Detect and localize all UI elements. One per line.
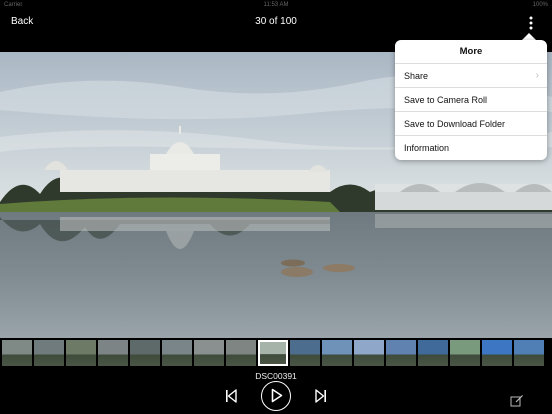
menu-item-label: Save to Download Folder — [404, 119, 506, 129]
thumbnail[interactable] — [482, 340, 512, 366]
menu-item-share[interactable]: Share › — [395, 64, 547, 88]
thumbnail-selected[interactable] — [258, 340, 288, 366]
thumbnail[interactable] — [386, 340, 416, 366]
edit-icon[interactable] — [510, 394, 524, 407]
menu-item-label: Share — [404, 71, 429, 81]
status-bar: Carrier 11:53 AM 100% — [0, 0, 552, 9]
skip-previous-icon[interactable] — [225, 389, 237, 403]
thumbnail-strip[interactable] — [0, 340, 552, 366]
thumbnail[interactable] — [514, 340, 544, 366]
menu-title: More — [395, 40, 547, 64]
chevron-right-icon: › — [535, 70, 539, 81]
thumbnail[interactable] — [322, 340, 352, 366]
more-vertical-icon[interactable] — [524, 13, 538, 33]
thumbnail[interactable] — [290, 340, 320, 366]
play-icon — [271, 388, 283, 403]
thumbnail[interactable] — [34, 340, 64, 366]
page-title: 30 of 100 — [255, 16, 297, 27]
menu-item-label: Save to Camera Roll — [404, 95, 488, 105]
status-time: 11:53 AM — [263, 1, 289, 8]
thumbnail[interactable] — [66, 340, 96, 366]
thumbnail[interactable] — [130, 340, 160, 366]
thumbnail[interactable] — [354, 340, 384, 366]
thumbnail[interactable] — [2, 340, 32, 366]
more-menu: More Share › Save to Camera Roll Save to… — [395, 40, 547, 160]
menu-item-label: Information — [404, 143, 450, 153]
navigation-bar: Back 30 of 100 — [0, 9, 552, 36]
menu-item-information[interactable]: Information — [395, 136, 547, 160]
skip-next-icon[interactable] — [315, 389, 327, 403]
play-button[interactable] — [261, 381, 291, 411]
file-name-label: DSC00391 — [255, 371, 297, 381]
thumbnail[interactable] — [226, 340, 256, 366]
menu-item-save-to-camera-roll[interactable]: Save to Camera Roll — [395, 88, 547, 112]
menu-item-save-to-download-folder[interactable]: Save to Download Folder — [395, 112, 547, 136]
thumbnail[interactable] — [162, 340, 192, 366]
thumbnail[interactable] — [194, 340, 224, 366]
thumbnail[interactable] — [450, 340, 480, 366]
thumbnail[interactable] — [98, 340, 128, 366]
thumbnail[interactable] — [418, 340, 448, 366]
